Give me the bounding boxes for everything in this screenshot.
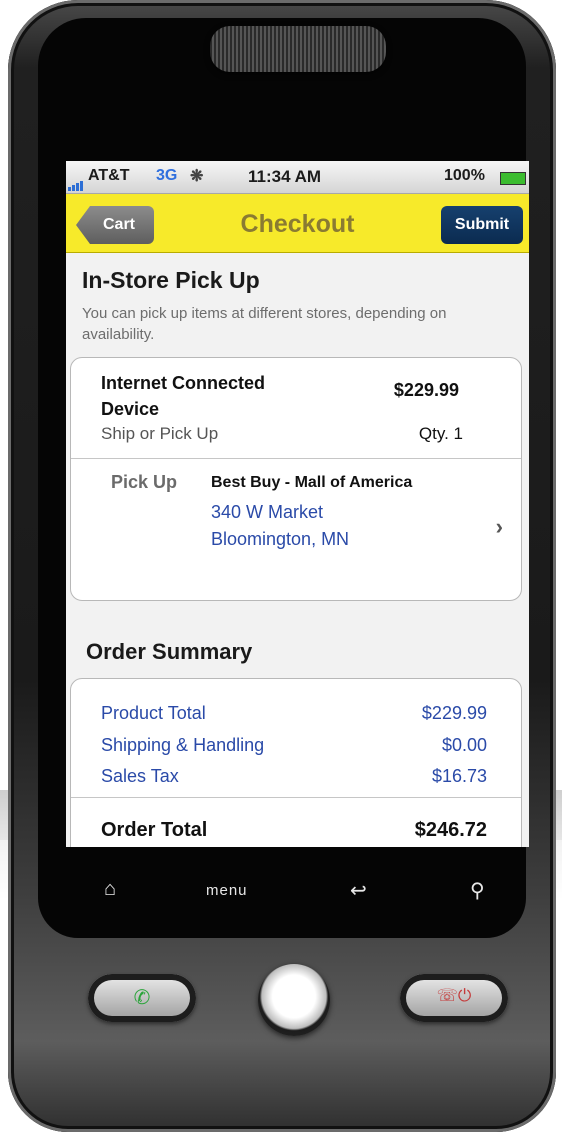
- order-total-row: Order Total $246.72: [101, 819, 487, 842]
- phone-screen: AT&T 3G ❋ 11:34 AM 100% Cart Checkout Su…: [66, 161, 529, 847]
- pickup-label: Pick Up: [111, 472, 178, 492]
- item-shipping-note: Ship or Pick Up: [101, 424, 219, 443]
- search-icon[interactable]: ⚲: [470, 878, 485, 903]
- menu-key[interactable]: menu: [206, 882, 248, 899]
- summary-row: Sales Tax $16.73: [101, 766, 487, 787]
- home-icon[interactable]: ⌂: [104, 878, 116, 901]
- status-time: 11:34 AM: [248, 167, 322, 186]
- battery-percent: 100%: [444, 167, 485, 184]
- speaker-grille: [210, 26, 386, 72]
- signal-icon: [68, 173, 84, 191]
- pickup-section-subtitle: You can pick up items at different store…: [82, 305, 447, 343]
- submit-button[interactable]: Submit: [441, 206, 523, 244]
- summary-row-value: $16.73: [431, 766, 487, 786]
- end-call-button[interactable]: ☏⏻: [400, 974, 508, 1022]
- store-address-line2[interactable]: Bloomington, MN: [211, 529, 349, 550]
- order-total-value: $246.72: [414, 819, 487, 841]
- summary-row-label: Sales Tax: [101, 766, 179, 786]
- order-summary-title: Order Summary: [86, 639, 253, 664]
- item-price: $229.99: [393, 380, 459, 400]
- pickup-section-title: In-Store Pick Up: [82, 267, 260, 293]
- carrier-label: AT&T: [88, 167, 130, 184]
- status-bar: AT&T 3G ❋ 11:34 AM 100%: [66, 161, 529, 194]
- hardware-keys-row: ⌂ menu ↩ ⚲: [66, 862, 529, 922]
- order-summary-card: Product Total $229.99 Shipping & Handlin…: [70, 678, 522, 847]
- summary-divider: [71, 797, 521, 798]
- store-address-line1[interactable]: 340 W Market: [211, 502, 323, 523]
- card-divider: [71, 458, 521, 459]
- end-call-icon: ☏⏻: [436, 986, 472, 1005]
- pickup-card: Internet Connected Device $229.99 Ship o…: [70, 357, 522, 601]
- summary-row: Product Total $229.99: [101, 703, 487, 724]
- activity-spinner-icon: ❋: [190, 168, 204, 185]
- item-quantity: Qty. 1: [418, 424, 463, 443]
- item-name: Internet Connected Device: [101, 373, 266, 419]
- network-label: 3G: [156, 167, 178, 184]
- trackball[interactable]: [258, 964, 330, 1036]
- nav-bar: Cart Checkout Submit: [66, 194, 529, 253]
- summary-row-label: Shipping & Handling: [101, 735, 265, 755]
- battery-icon: [500, 172, 526, 185]
- order-total-label: Order Total: [101, 819, 208, 841]
- back-arrow-icon[interactable]: ↩: [350, 878, 367, 903]
- summary-row-label: Product Total: [101, 703, 206, 723]
- summary-row-value: $229.99: [421, 703, 487, 723]
- phone-icon: ✆: [133, 987, 151, 1009]
- summary-row: Shipping & Handling $0.00: [101, 735, 487, 756]
- summary-row-value: $0.00: [441, 735, 487, 755]
- chevron-right-icon[interactable]: ›: [496, 514, 503, 540]
- store-name: Best Buy - Mall of America: [211, 474, 413, 491]
- call-button[interactable]: ✆: [88, 974, 196, 1022]
